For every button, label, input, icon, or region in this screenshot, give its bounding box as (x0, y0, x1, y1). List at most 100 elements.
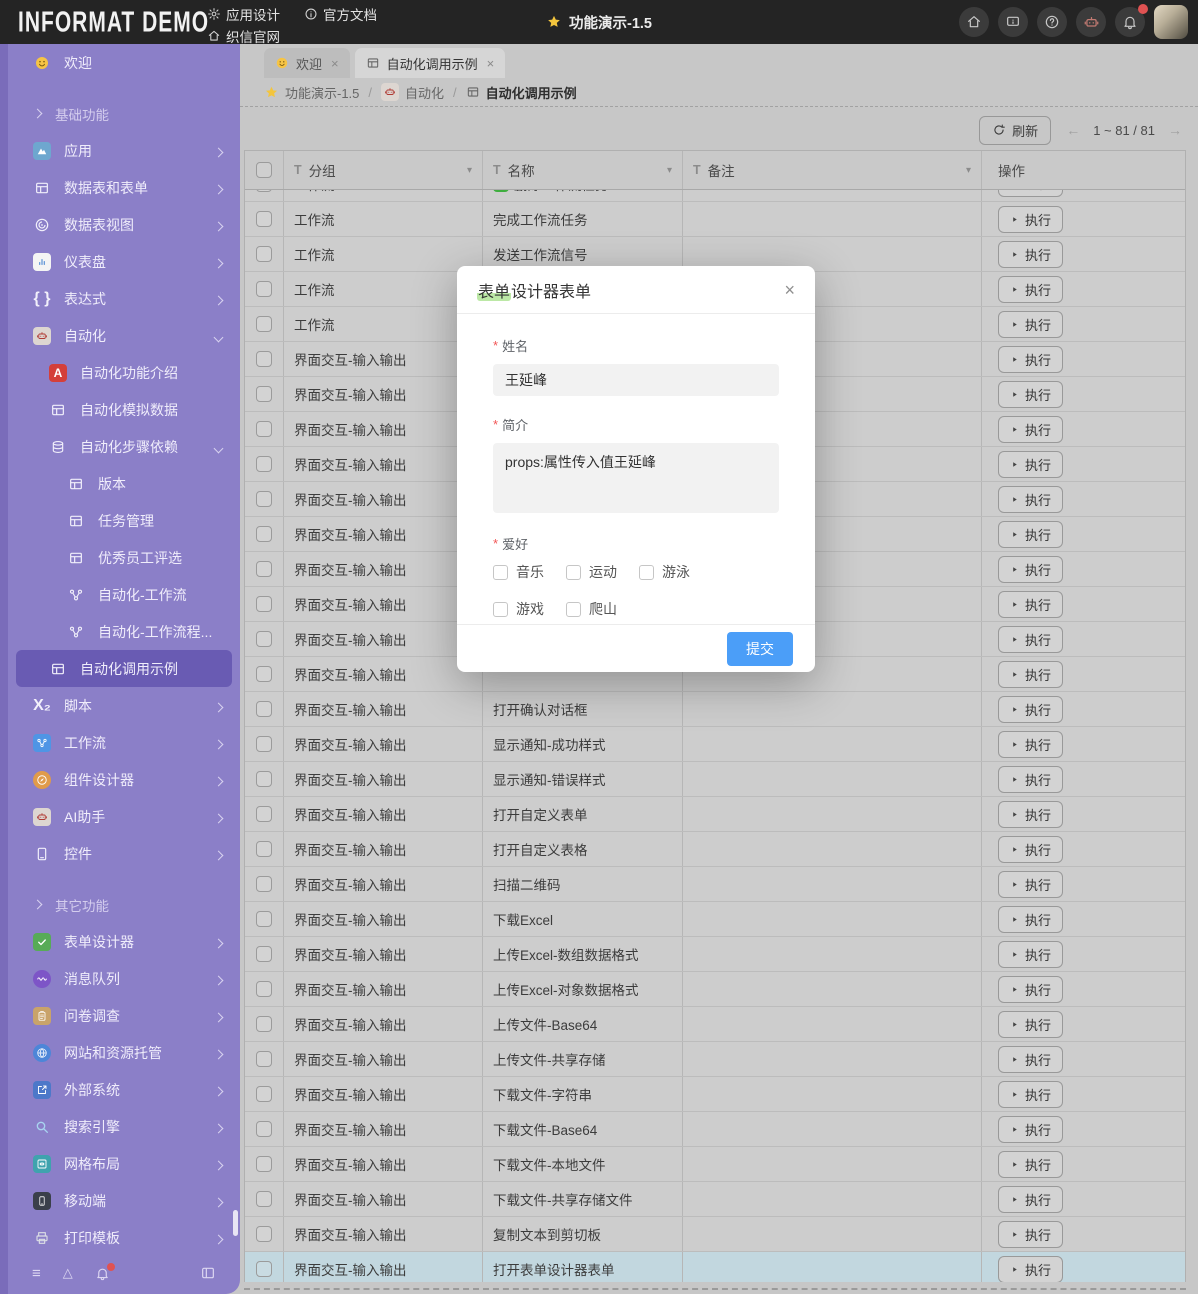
row-checkbox[interactable] (256, 806, 272, 822)
refresh-button[interactable]: 刷新 (979, 116, 1051, 145)
table-row[interactable]: 界面交互-输入输出下载Excel执行 (245, 902, 1185, 937)
checkbox[interactable] (493, 602, 508, 617)
user-avatar[interactable] (1154, 5, 1188, 39)
select-all-checkbox[interactable] (256, 162, 272, 178)
row-checkbox[interactable] (256, 190, 272, 192)
sidebar-item-27[interactable]: 外部系统 (16, 1071, 232, 1108)
sidebar-item-20[interactable]: AI助手 (16, 798, 232, 835)
execute-button[interactable]: 执行 (998, 731, 1063, 758)
row-checkbox[interactable] (256, 701, 272, 717)
table-row[interactable]: 界面交互-输入输出打开表单设计器表单执行 (245, 1252, 1185, 1282)
execute-button[interactable]: 执行 (998, 556, 1063, 583)
table-row[interactable]: 界面交互-输入输出显示通知-错误样式执行 (245, 762, 1185, 797)
row-checkbox[interactable] (256, 1016, 272, 1032)
sidebar-item-25[interactable]: 问卷调查 (16, 997, 232, 1034)
row-checkbox[interactable] (256, 946, 272, 962)
sidebar-item-26[interactable]: 网站和资源托管 (16, 1034, 232, 1071)
table-row[interactable]: 界面交互-输入输出上传Excel-数组数据格式执行 (245, 937, 1185, 972)
table-row[interactable]: 界面交互-输入输出打开确认对话框执行 (245, 692, 1185, 727)
row-checkbox[interactable] (256, 631, 272, 647)
sidebar-item-29[interactable]: 网格布局 (16, 1145, 232, 1182)
checkbox[interactable] (566, 602, 581, 617)
execute-button[interactable]: 执行 (998, 206, 1063, 233)
sidebar-item-6[interactable]: { }表达式 (16, 280, 232, 317)
execute-button[interactable]: 执行 (998, 1186, 1063, 1213)
table-row[interactable]: 界面交互-输入输出扫描二维码执行 (245, 867, 1185, 902)
collapse-panel-icon[interactable] (200, 1265, 216, 1281)
ai-assistant-button[interactable] (1076, 7, 1106, 37)
table-row[interactable]: 界面交互-输入输出下载文件-字符串执行 (245, 1077, 1185, 1112)
next-page-icon[interactable]: → (1168, 122, 1182, 138)
horizontal-scrollbar[interactable] (244, 1288, 1186, 1290)
sidebar-item-10[interactable]: 自动化步骤依赖 (16, 428, 232, 465)
sidebar-item-2[interactable]: 应用 (16, 132, 232, 169)
table-row[interactable]: 界面交互-输入输出上传Excel-对象数据格式执行 (245, 972, 1185, 1007)
execute-button[interactable]: 执行 (998, 451, 1063, 478)
bell-small-icon[interactable] (95, 1266, 110, 1281)
column-header-group[interactable]: T分组▾ (284, 151, 483, 189)
nav-official-site[interactable]: 织信官网 (207, 25, 280, 46)
sidebar-item-23[interactable]: 表单设计器 (16, 923, 232, 960)
row-checkbox[interactable] (256, 1086, 272, 1102)
sidebar-item-18[interactable]: 工作流 (16, 724, 232, 761)
execute-button[interactable]: 执行 (998, 241, 1063, 268)
sidebar-item-14[interactable]: 自动化-工作流 (16, 576, 232, 613)
close-icon[interactable]: × (784, 281, 795, 299)
row-checkbox[interactable] (256, 981, 272, 997)
hobby-option-3[interactable]: 游戏 (493, 599, 566, 619)
caret-down-icon[interactable]: ▾ (966, 165, 971, 176)
table-row[interactable]: 界面交互-输入输出下载文件-本地文件执行 (245, 1147, 1185, 1182)
execute-button[interactable]: 执行 (998, 381, 1063, 408)
checkbox[interactable] (493, 565, 508, 580)
row-checkbox[interactable] (256, 841, 272, 857)
row-checkbox[interactable] (256, 281, 272, 297)
sidebar-item-15[interactable]: 自动化-工作流程... (16, 613, 232, 650)
execute-button[interactable]: 执行 (998, 276, 1063, 303)
row-checkbox[interactable] (256, 316, 272, 332)
execute-button[interactable]: 执行 (998, 871, 1063, 898)
execute-button[interactable]: 执行 (998, 1256, 1063, 1283)
sidebar-item-11[interactable]: 版本 (16, 465, 232, 502)
caret-down-icon[interactable]: ▾ (667, 165, 672, 176)
execute-button[interactable]: 执行 (998, 1116, 1063, 1143)
sidebar-scrollbar[interactable] (233, 1210, 238, 1236)
prev-page-icon[interactable]: ← (1066, 122, 1080, 138)
close-tab-icon[interactable]: × (331, 56, 339, 71)
column-header-note[interactable]: T备注▾ (683, 151, 982, 189)
table-row[interactable]: 界面交互-输入输出下载文件-Base64执行 (245, 1112, 1185, 1147)
row-checkbox[interactable] (256, 1051, 272, 1067)
row-checkbox[interactable] (256, 1121, 272, 1137)
hobby-option-1[interactable]: 运动 (566, 562, 639, 582)
breadcrumb-app[interactable]: 功能演示-1.5 (264, 83, 359, 102)
row-checkbox[interactable] (256, 351, 272, 367)
feedback-button[interactable] (998, 7, 1028, 37)
sidebar-item-16[interactable]: 自动化调用示例 (16, 650, 232, 687)
checkbox[interactable] (639, 565, 654, 580)
column-header-name[interactable]: T名称▾ (483, 151, 683, 189)
execute-button[interactable]: 执行 (998, 1046, 1063, 1073)
sidebar-item-21[interactable]: 控件 (16, 835, 232, 872)
breadcrumb-current[interactable]: 自动化调用示例 (466, 83, 577, 102)
execute-button[interactable]: 执行 (998, 486, 1063, 513)
table-row[interactable]: 界面交互-输入输出显示通知-成功样式执行 (245, 727, 1185, 762)
row-checkbox[interactable] (256, 491, 272, 507)
sidebar-item-7[interactable]: 自动化 (16, 317, 232, 354)
row-checkbox[interactable] (256, 1261, 272, 1277)
execute-button[interactable]: 执行 (998, 1221, 1063, 1248)
table-row[interactable]: 界面交互-输入输出下载文件-共享存储文件执行 (245, 1182, 1185, 1217)
table-row[interactable]: 工作流×删除工作流任务执行 (245, 190, 1185, 202)
execute-button[interactable]: 执行 (998, 1011, 1063, 1038)
sidebar-item-5[interactable]: 仪表盘 (16, 243, 232, 280)
execute-button[interactable]: 执行 (998, 976, 1063, 1003)
execute-button[interactable]: 执行 (998, 941, 1063, 968)
sidebar-item-0[interactable]: 欢迎 (16, 44, 232, 81)
sidebar-item-3[interactable]: 数据表和表单 (16, 169, 232, 206)
help-button[interactable] (1037, 7, 1067, 37)
row-checkbox[interactable] (256, 246, 272, 262)
execute-button[interactable]: 执行 (998, 766, 1063, 793)
triangle-icon[interactable]: △ (63, 1265, 73, 1281)
sidebar-item-12[interactable]: 任务管理 (16, 502, 232, 539)
execute-button[interactable]: 执行 (998, 661, 1063, 688)
table-row[interactable]: 工作流完成工作流任务执行 (245, 202, 1185, 237)
table-row[interactable]: 界面交互-输入输出打开自定义表格执行 (245, 832, 1185, 867)
